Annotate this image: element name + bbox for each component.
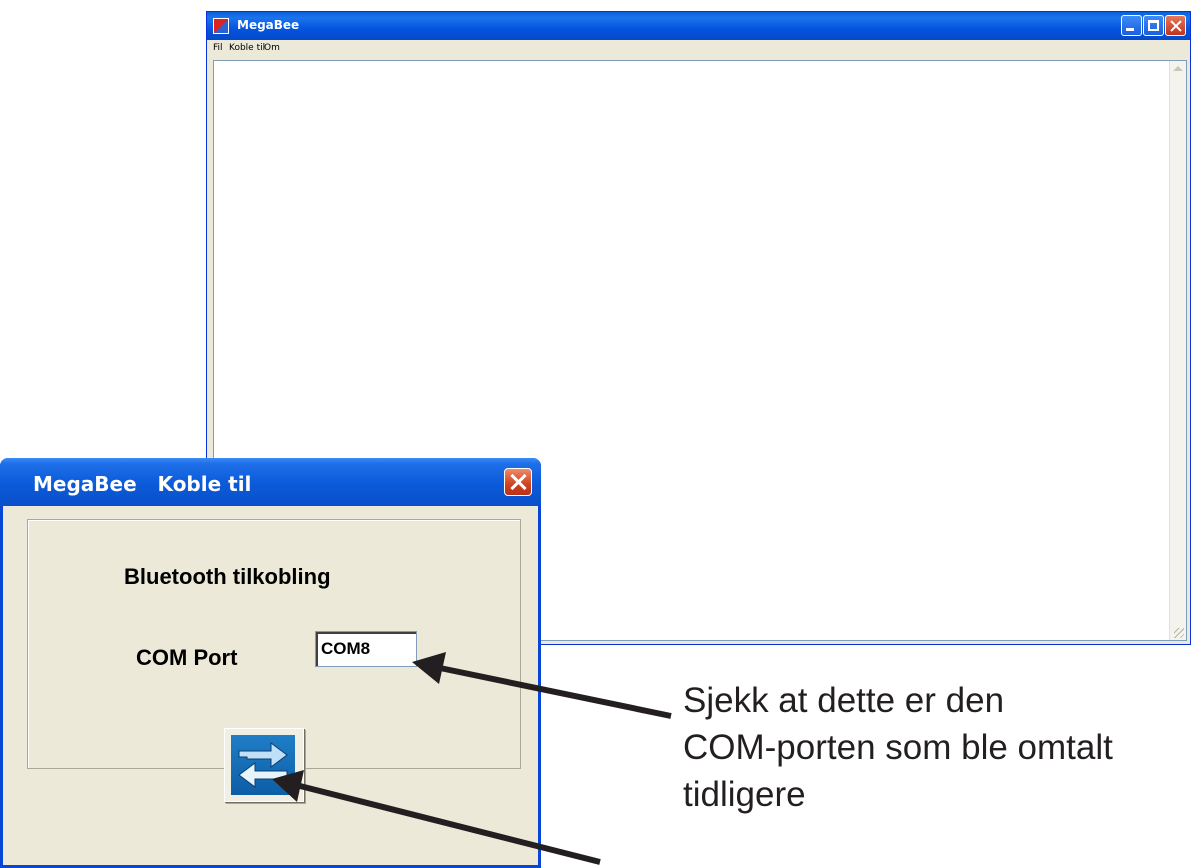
- arrow-to-com-field: [439, 665, 672, 719]
- arrow-to-connect-button: [299, 783, 601, 865]
- arrowhead-com-field: [412, 652, 446, 684]
- arrowhead-connect-button: [272, 770, 304, 802]
- annotation-arrows: [272, 652, 672, 865]
